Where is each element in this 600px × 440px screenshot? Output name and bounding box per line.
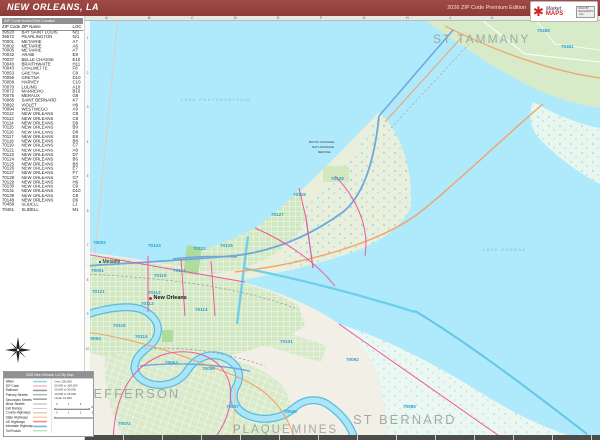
legend-line-symbols: Water ZIP Code Railroad Primary Streets … <box>6 379 52 433</box>
legend-city-item: Under 10,000 City <box>54 396 93 401</box>
grid-number: 3 <box>86 105 89 110</box>
legend-line-swatch <box>32 385 48 387</box>
zip-index-rows: 39520 BAY SAINT LOUIS N/1 39572 PEARLING… <box>2 31 83 212</box>
grid-number: 9 <box>86 312 89 317</box>
legend-line-label: Railroad <box>5 388 18 393</box>
row-zip-code: 70461 <box>2 207 15 212</box>
logo-name-bottom: MAPS <box>545 10 564 17</box>
legend-population-range: 25,000 to 50,000 <box>54 388 76 392</box>
legend-line-swatch <box>32 421 48 423</box>
grid-letter: D <box>234 16 237 20</box>
map-grid-letters: ABCDEFGHJKLM <box>85 16 600 21</box>
kilometers-scale-bar: 0 1 2 3 Kilometers <box>54 411 94 419</box>
fine-print-line: .com <box>578 13 584 16</box>
legend-line-label: Water <box>5 379 15 384</box>
legend-line-label: ZIP Code <box>5 383 20 388</box>
compass-rose-icon <box>5 337 31 368</box>
grid-number: 8 <box>86 277 89 282</box>
zip-index-header: ZIP Code Index/Grid Locator <box>2 18 83 24</box>
legend-line-swatch <box>32 403 48 405</box>
marketmaps-logo: ✱ Market MAPS SOLD BY MarketMAPS .com <box>530 1 598 22</box>
grid-number: 6 <box>86 208 89 213</box>
legend-line-item: Toll Roads <box>5 428 52 433</box>
grid-number: 5 <box>86 174 89 179</box>
map-canvas[interactable]: ABCDEFGHJKLM 123456789101112 LAKE PONTCH… <box>85 16 600 440</box>
legend-population-range: 50,000 to 100,000 <box>54 384 78 388</box>
grid-letter: B <box>148 16 151 20</box>
grid-letter: F <box>320 16 323 20</box>
legend-line-swatch <box>32 425 48 427</box>
grid-number: 7 <box>86 243 89 248</box>
map-legend: 2026 New Orleans, LA City Map Water ZIP … <box>3 371 94 437</box>
row-zip-name: SLIDELL <box>21 207 39 212</box>
legend-city-symbols: Over 100,000 City 50,000 to 100,000 City… <box>54 379 93 401</box>
grid-letter: G <box>362 16 366 20</box>
legend-line-swatch <box>32 430 48 432</box>
legend-line-swatch <box>32 416 48 418</box>
grid-number: 1 <box>86 36 89 41</box>
edition-label: 2026 ZIP Code Premium Edition <box>447 5 526 11</box>
zip-index-row: 70461 SLIDELL M1 <box>2 208 83 213</box>
column-loc: LOC <box>72 25 82 30</box>
legend-line-swatch <box>32 412 48 414</box>
legend-line-label: Primary Streets <box>5 392 28 397</box>
legend-line-label: State Highways <box>5 415 28 420</box>
grid-letter: E <box>277 16 280 20</box>
map-poster-page: ABCDEFGHJKLM 123456789101112 LAKE PONTCH… <box>0 0 600 440</box>
legend-population-range: Over 100,000 <box>54 379 72 383</box>
legend-line-swatch <box>32 394 48 396</box>
legend-line-swatch <box>32 398 48 400</box>
grid-letter: K <box>491 16 494 20</box>
audubon-park <box>162 330 173 342</box>
legend-line-label: Minor Streets <box>5 401 25 406</box>
row-grid-loc: M1 <box>72 207 79 212</box>
legend-population-range: 10,000 to 25,000 <box>54 392 76 396</box>
legend-line-label: County Highways <box>5 410 31 415</box>
grid-letter: A <box>105 16 108 20</box>
grid-number: 4 <box>86 139 89 144</box>
title-banner: NEW ORLEANS, LA 2026 ZIP Code Premium Ed… <box>0 0 600 16</box>
legend-line-label: Interstate Highways <box>5 424 33 429</box>
logo-fine-print: SOLD BY MarketMAPS .com <box>576 5 595 18</box>
map-title: NEW ORLEANS, LA <box>7 2 99 12</box>
column-zip-name: ZIP Name <box>21 25 41 30</box>
miles-scale-bar: 0 1 2 Miles <box>54 403 94 410</box>
column-zip-code: ZIP Code <box>2 25 21 30</box>
legend-line-label: Exit Ramps <box>5 406 22 411</box>
grid-letter: H <box>405 16 409 20</box>
legend-line-swatch <box>32 389 48 392</box>
legend-line-swatch <box>32 380 48 383</box>
miles-label: Miles <box>91 405 94 410</box>
grid-number: 10 <box>85 346 90 351</box>
legend-line-label: Toll Roads <box>5 428 21 433</box>
map-artwork <box>85 16 600 440</box>
logo-star-icon: ✱ <box>533 4 544 19</box>
map-bottom-neatline <box>85 435 600 440</box>
grid-letter: C <box>191 16 194 20</box>
grid-letter: J <box>449 16 451 20</box>
legend-line-swatch <box>32 407 48 409</box>
grid-number: 2 <box>86 70 89 75</box>
km-ticks: 0 1 2 3 <box>56 411 94 415</box>
legend-line-label: Secondary Streets <box>5 397 32 402</box>
legend-line-label: US Highways <box>5 419 25 424</box>
legend-population-range: Under 10,000 <box>54 397 72 401</box>
